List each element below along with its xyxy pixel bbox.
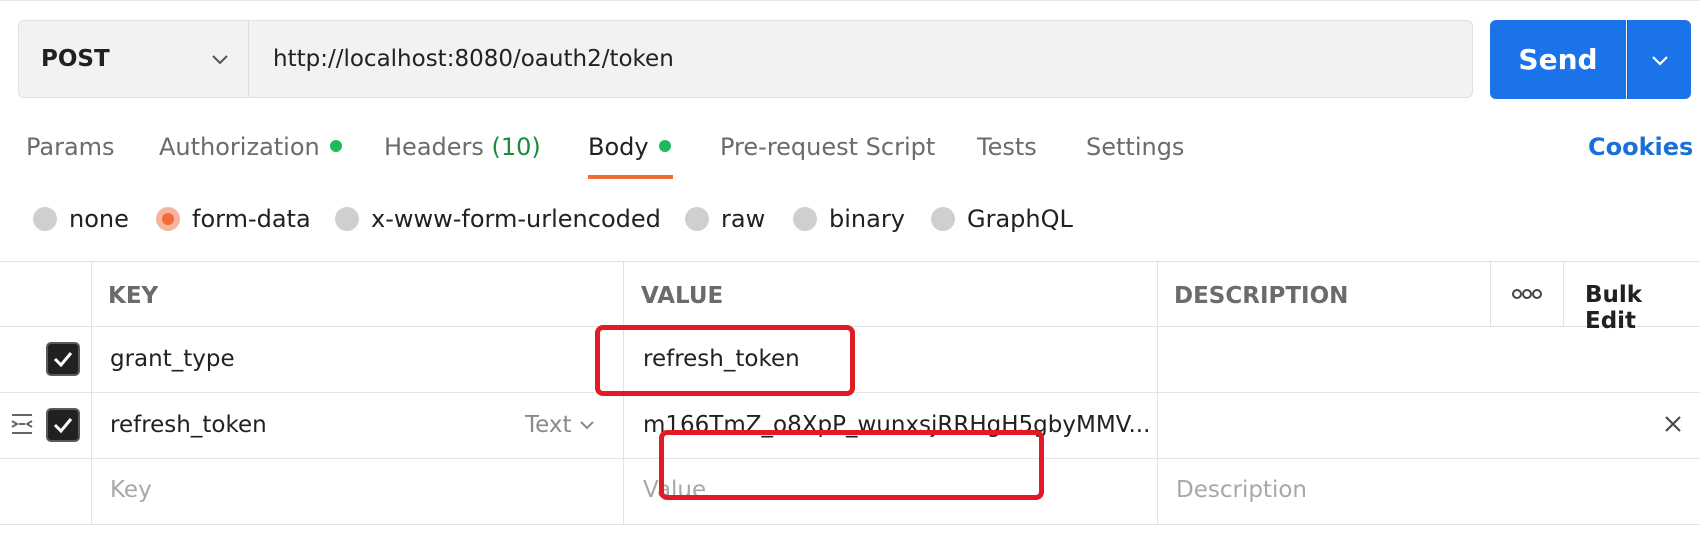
tab-headers[interactable]: Headers (10)	[384, 133, 541, 161]
bulk-edit-button[interactable]: Bulk Edit	[1585, 282, 1700, 334]
radio-button[interactable]	[33, 207, 57, 231]
radio-label: form-data	[192, 205, 311, 233]
radio-label: binary	[829, 205, 905, 233]
column-divider	[1157, 261, 1158, 524]
type-label: Text	[525, 412, 572, 438]
column-divider	[1490, 261, 1491, 326]
tab-pre-request-script[interactable]: Pre-request Script	[720, 133, 935, 161]
body-type-x-www-form-urlencoded[interactable]: x-www-form-urlencoded	[335, 205, 661, 233]
annotation-highlight	[659, 430, 1044, 500]
tab-label: Body	[588, 133, 649, 161]
cookies-link[interactable]: Cookies	[1588, 133, 1693, 161]
radio-button[interactable]	[685, 207, 709, 231]
key-cell[interactable]: refresh_token	[110, 412, 267, 438]
column-divider	[1563, 261, 1564, 326]
key-cell[interactable]: grant_type	[110, 346, 235, 372]
radio-label: GraphQL	[967, 205, 1073, 233]
tab-label: Pre-request Script	[720, 133, 936, 161]
url-input[interactable]: http://localhost:8080/oauth2/token	[248, 20, 1473, 98]
method-select[interactable]: POST	[18, 20, 248, 98]
body-type-form-data[interactable]: form-data	[156, 205, 311, 233]
radio-label: none	[69, 205, 129, 233]
column-divider	[91, 261, 92, 524]
radio-button[interactable]	[793, 207, 817, 231]
row-checkbox[interactable]	[46, 342, 80, 376]
radio-button[interactable]	[335, 207, 359, 231]
send-label: Send	[1518, 43, 1598, 76]
description-placeholder[interactable]: Description	[1176, 477, 1307, 503]
checkmark-icon	[53, 352, 73, 368]
column-header-key: KEY	[108, 283, 159, 309]
chevron-down-icon	[579, 421, 594, 430]
body-type-binary[interactable]: binary	[793, 205, 905, 233]
tab-authorization[interactable]: Authorization	[159, 133, 342, 161]
status-dot	[658, 140, 671, 152]
body-type-none[interactable]: none	[33, 205, 129, 233]
send-button[interactable]: Send	[1490, 20, 1626, 99]
tab-settings[interactable]: Settings	[1086, 133, 1184, 161]
tab-label: Settings	[1086, 133, 1185, 161]
radio-label: raw	[721, 205, 766, 233]
tab-label: Authorization	[159, 133, 320, 161]
checkmark-icon	[53, 418, 73, 434]
method-label: POST	[41, 46, 110, 72]
tab-count: (10)	[491, 133, 541, 161]
chevron-down-icon	[212, 55, 228, 65]
row-checkbox[interactable]	[46, 408, 80, 442]
status-dot	[329, 140, 342, 152]
send-options-button[interactable]	[1627, 20, 1691, 99]
top-divider	[0, 0, 1700, 5]
radio-button[interactable]	[156, 207, 180, 231]
radio-label: x-www-form-urlencoded	[371, 205, 661, 233]
column-header-value: VALUE	[641, 283, 724, 309]
tab-params[interactable]: Params	[26, 133, 115, 161]
body-type-graphql[interactable]: GraphQL	[931, 205, 1073, 233]
annotation-highlight	[595, 325, 855, 396]
close-icon[interactable]	[1663, 414, 1683, 434]
radio-button[interactable]	[931, 207, 955, 231]
type-select[interactable]: Text	[525, 412, 596, 438]
key-placeholder[interactable]: Key	[110, 477, 152, 503]
active-tab-underline	[588, 175, 673, 179]
tab-body[interactable]: Body	[588, 133, 671, 161]
tab-label: Tests	[977, 133, 1037, 161]
table-divider	[0, 524, 1700, 525]
tab-tests[interactable]: Tests	[977, 133, 1037, 161]
drag-handle-icon[interactable]	[10, 411, 34, 437]
tab-label: Params	[26, 133, 115, 161]
body-type-raw[interactable]: raw	[685, 205, 765, 233]
tab-label: Headers	[384, 133, 484, 161]
table-divider	[0, 261, 1700, 262]
more-options-icon[interactable]	[1512, 284, 1542, 304]
url-text: http://localhost:8080/oauth2/token	[273, 46, 674, 72]
column-header-description: DESCRIPTION	[1174, 283, 1349, 309]
chevron-down-icon	[1651, 55, 1668, 66]
